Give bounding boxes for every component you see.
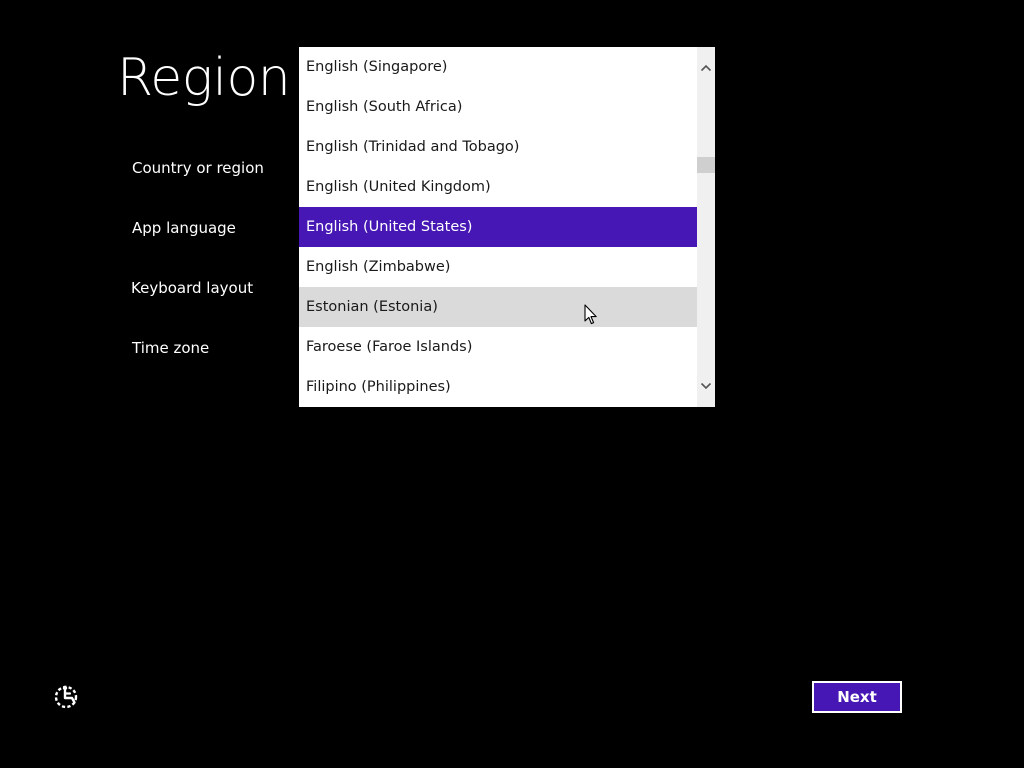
dropdown-option[interactable]: English (Zimbabwe) [299, 247, 715, 287]
dropdown-option[interactable]: English (South Africa) [299, 87, 715, 127]
app-language-label: App language [132, 219, 236, 237]
dropdown-option[interactable]: Faroese (Faroe Islands) [299, 327, 715, 367]
dropdown-option[interactable]: English (United Kingdom) [299, 167, 715, 207]
dropdown-options: English (Singapore) English (South Afric… [299, 47, 715, 407]
keyboard-layout-label: Keyboard layout [131, 279, 254, 297]
country-region-dropdown-list[interactable]: English (Singapore) English (South Afric… [299, 47, 715, 407]
ease-of-access-icon [54, 685, 78, 709]
country-or-region-label: Country or region [132, 159, 264, 177]
dropdown-option[interactable]: English (Trinidad and Tobago) [299, 127, 715, 167]
hover-scroll-track [698, 287, 715, 327]
dropdown-option-label: Estonian (Estonia) [306, 299, 438, 315]
scroll-down-button[interactable] [697, 376, 715, 396]
next-button[interactable]: Next [812, 681, 902, 713]
scroll-up-button[interactable] [697, 58, 715, 78]
selected-scroll-track [698, 207, 715, 247]
chevron-down-icon [700, 382, 712, 390]
dropdown-option-selected[interactable]: English (United States) [299, 207, 715, 247]
ease-of-access-button[interactable] [53, 684, 79, 710]
chevron-up-icon [700, 64, 712, 72]
dropdown-option-hovered[interactable]: Estonian (Estonia) [299, 287, 715, 327]
scroll-thumb[interactable] [697, 157, 715, 173]
dropdown-option[interactable]: English (Singapore) [299, 47, 715, 87]
dropdown-option-label: English (United States) [306, 219, 473, 235]
page-title: Region [117, 48, 291, 108]
time-zone-label: Time zone [132, 339, 210, 357]
dropdown-option[interactable]: Filipino (Philippines) [299, 367, 715, 407]
